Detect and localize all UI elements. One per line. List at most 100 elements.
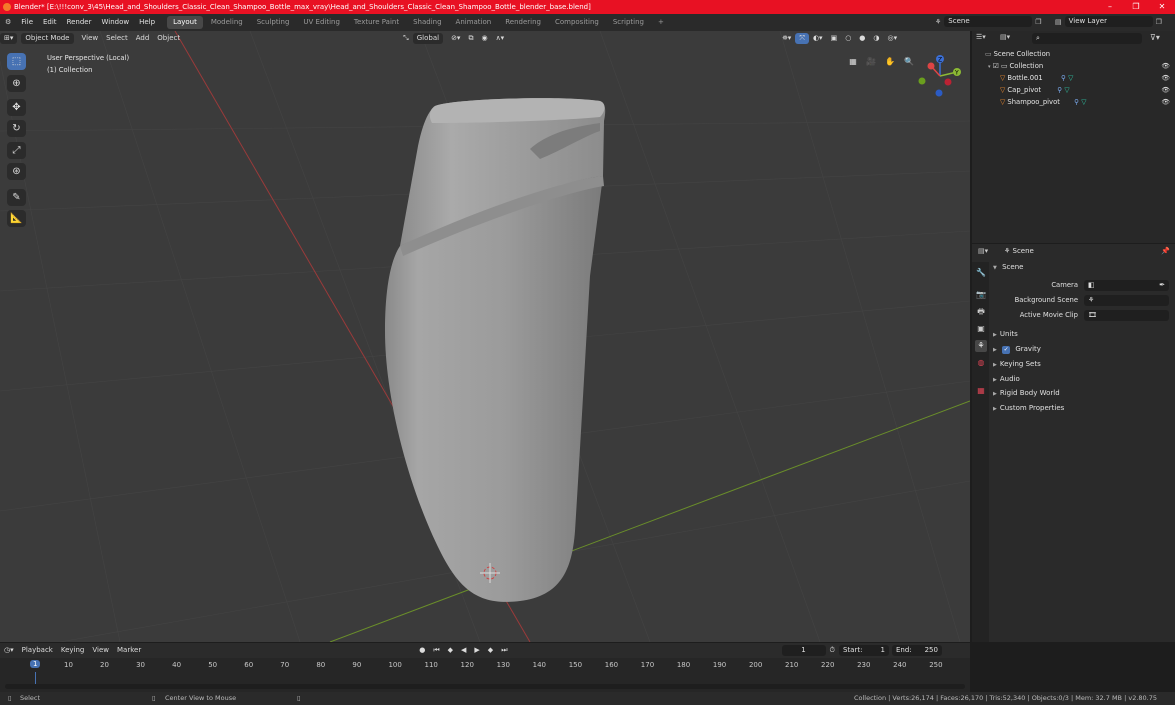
tab-modeling[interactable]: Modeling — [205, 16, 249, 29]
tab-rendering[interactable]: Rendering — [499, 16, 547, 29]
measure-icon[interactable]: 📐 — [7, 210, 26, 227]
eyedropper-icon[interactable]: ✒ — [1159, 280, 1165, 291]
annotate-icon[interactable]: ✎ — [7, 189, 26, 206]
tab-compositing[interactable]: Compositing — [549, 16, 605, 29]
gravity-checkbox[interactable]: ✓ — [1002, 346, 1011, 354]
pin-icon[interactable]: 📌 — [1161, 247, 1170, 255]
menu-select[interactable]: Select — [102, 33, 132, 44]
blender-menu-icon[interactable]: ⚙ — [0, 14, 16, 31]
play-reverse-icon[interactable]: ◀ — [457, 645, 470, 656]
stopwatch-icon[interactable]: ⏱ — [826, 645, 839, 656]
modifier-icon[interactable]: ⚲ — [1061, 74, 1066, 82]
menu-marker[interactable]: Marker — [113, 645, 145, 656]
mode-dropdown[interactable]: Object Mode — [21, 33, 74, 44]
tab-shading[interactable]: Shading — [407, 16, 447, 29]
visibility-eye-icon[interactable]: 👁 — [1161, 72, 1170, 84]
scene-name-field[interactable]: Scene — [944, 16, 1033, 27]
editor-type-button[interactable]: ⊞▾ — [0, 33, 18, 44]
transform-icon[interactable]: ⊛ — [7, 163, 26, 180]
3d-viewport[interactable] — [0, 31, 970, 642]
select-box-icon[interactable]: ⬚ — [7, 53, 26, 70]
close-button[interactable]: ✕ — [1149, 0, 1175, 14]
new-scene-icon[interactable]: ❐ — [1035, 18, 1041, 26]
filter-icon[interactable]: ⊽▾ — [1150, 33, 1160, 42]
solid-shading-icon[interactable]: ● — [855, 33, 869, 44]
next-keyframe-icon[interactable]: ◆ — [484, 645, 497, 656]
visibility-eye-icon[interactable]: 👁 — [1161, 96, 1170, 108]
active-movie-clip-field[interactable]: 🎞 — [1084, 310, 1169, 321]
timeline-editor-icon[interactable]: ◷▾ — [0, 645, 18, 656]
add-workspace-button[interactable]: + — [652, 16, 670, 29]
gizmo-toggle-icon[interactable]: ⤧ — [795, 33, 809, 44]
menu-help[interactable]: Help — [134, 14, 160, 31]
custom-properties-panel[interactable]: ▶ Custom Properties — [993, 402, 1171, 415]
jump-start-icon[interactable]: ⏮ — [429, 645, 443, 656]
output-properties-icon[interactable]: 🖶 — [975, 306, 987, 318]
timeline-scrollbar[interactable] — [5, 684, 965, 689]
mesh-data-icon[interactable]: ▽ — [1081, 98, 1086, 106]
menu-keying[interactable]: Keying — [57, 645, 89, 656]
maximize-button[interactable]: ❐ — [1123, 0, 1149, 14]
wireframe-shading-icon[interactable]: ○ — [841, 33, 855, 44]
current-frame-field[interactable]: 1 — [781, 645, 826, 656]
start-frame-field[interactable]: Start: 1 — [838, 645, 889, 656]
pan-view-icon[interactable]: ✋ — [883, 54, 897, 68]
properties-editor-icon[interactable]: ▤▾ — [978, 247, 988, 255]
axis-gizmo[interactable]: Z Y — [915, 53, 965, 99]
tab-scripting[interactable]: Scripting — [607, 16, 650, 29]
zoom-view-icon[interactable]: 🔍 — [902, 54, 916, 68]
end-frame-field[interactable]: End: 250 — [891, 645, 942, 656]
tab-sculpting[interactable]: Sculpting — [251, 16, 296, 29]
view-object-types-icon[interactable]: ⛯▾ — [778, 33, 795, 44]
gravity-panel[interactable]: ▶ ✓ Gravity — [993, 343, 1171, 356]
rigid-body-world-panel[interactable]: ▶ Rigid Body World — [993, 387, 1171, 400]
camera-icon[interactable]: 🎥 — [864, 54, 878, 68]
toggle-camera-view-icon[interactable]: ▦ — [846, 54, 860, 68]
move-icon[interactable]: ✥ — [7, 99, 26, 116]
menu-render[interactable]: Render — [62, 14, 97, 31]
viewport-canvas[interactable] — [0, 31, 970, 642]
rotate-icon[interactable]: ↻ — [7, 120, 26, 137]
background-scene-field[interactable]: ⚘ — [1084, 295, 1169, 306]
play-icon[interactable]: ▶ — [470, 645, 483, 656]
outliner-search-input[interactable]: ⌕ — [1032, 33, 1142, 44]
texture-properties-icon[interactable]: ▦ — [975, 385, 987, 397]
menu-edit[interactable]: Edit — [38, 14, 62, 31]
modifier-icon[interactable]: ⚲ — [1057, 86, 1062, 94]
view-layer-properties-icon[interactable]: ▣ — [975, 323, 987, 335]
rendered-shading-icon[interactable]: ◎▾ — [884, 33, 902, 44]
frame-ruler[interactable]: 1 10 20 30 40 50 60 70 80 90 100 110 120 130 140 150 160… — [0, 658, 970, 672]
tab-animation[interactable]: Animation — [450, 16, 498, 29]
material-shading-icon[interactable]: ◑ — [869, 33, 883, 44]
display-mode-icon[interactable]: ▤▾ — [1000, 33, 1010, 41]
menu-add[interactable]: Add — [132, 33, 154, 44]
outliner-scene-collection[interactable]: ▭ Scene Collection — [972, 48, 1175, 60]
keying-sets-panel[interactable]: ▶ Keying Sets — [993, 358, 1171, 371]
xray-icon[interactable]: ▣ — [827, 33, 842, 44]
mesh-data-icon[interactable]: ▽ — [1064, 86, 1069, 94]
record-icon[interactable]: ● — [415, 645, 429, 656]
scale-icon[interactable]: ⤢ — [7, 142, 26, 159]
render-properties-icon[interactable]: 📷 — [975, 289, 987, 301]
units-panel[interactable]: ▶ Units — [993, 328, 1171, 341]
prev-keyframe-icon[interactable]: ◆ — [444, 645, 457, 656]
audio-panel[interactable]: ▶ Audio — [993, 373, 1171, 386]
outliner-object-row[interactable]: ▽ Cap_pivot ⚲ ▽ 👁 — [972, 84, 1175, 96]
modifier-icon[interactable]: ⚲ — [1074, 98, 1079, 106]
camera-field[interactable]: ◧ ✒ — [1084, 280, 1169, 291]
outliner-object-row[interactable]: ▽ Shampoo_pivot ⚲ ▽ 👁 — [972, 96, 1175, 108]
new-view-layer-icon[interactable]: ❐ — [1156, 18, 1162, 26]
tool-settings-icon[interactable]: 🔧 — [975, 267, 987, 279]
scene-panel-header[interactable]: ▼ Scene — [993, 261, 1171, 274]
menu-file[interactable]: File — [16, 14, 38, 31]
view-layer-field[interactable]: View Layer — [1064, 16, 1153, 27]
menu-object[interactable]: Object — [153, 33, 184, 44]
outliner-collection[interactable]: ▾ ☑ ▭ Collection 👁 — [972, 60, 1175, 72]
tab-layout[interactable]: Layout — [167, 16, 203, 29]
falloff-icon[interactable]: ∧▾ — [492, 33, 509, 44]
transform-orientation-dropdown[interactable]: Global — [412, 33, 444, 44]
snap-icon[interactable]: ⧉ — [464, 33, 477, 44]
expand-icon[interactable]: ▾ — [988, 64, 991, 70]
tab-uv-editing[interactable]: UV Editing — [297, 16, 346, 29]
overlay-toggle-icon[interactable]: ◐▾ — [809, 33, 827, 44]
